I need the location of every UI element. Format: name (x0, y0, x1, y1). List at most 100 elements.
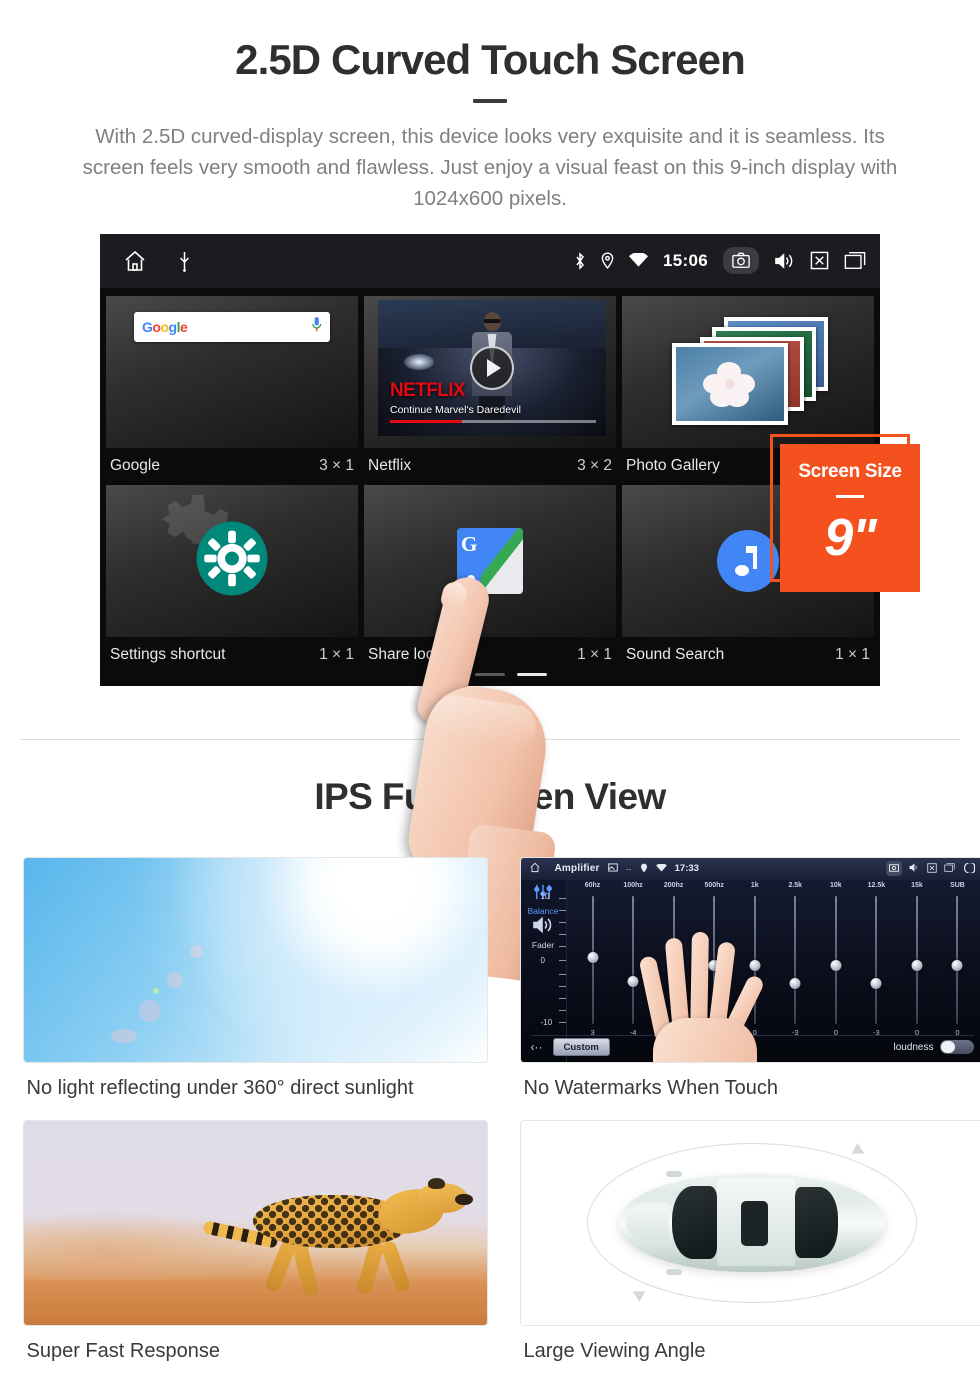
widget-preview-netflix[interactable]: NETFLIX Continue Marvel's Daredevil (364, 295, 616, 448)
band-slider[interactable] (777, 895, 813, 1024)
widget-preview-share-location[interactable]: G (364, 484, 616, 637)
widget-label-sound-search: Sound Search 1 × 1 (622, 637, 874, 674)
band-label: 200hz (663, 881, 684, 889)
band-sliders[interactable] (573, 895, 978, 1024)
ips-full-screen-view-section: IPS Full Screen View No light reflecting… (0, 740, 980, 1383)
sky-image (22, 856, 488, 1063)
google-maps-icon[interactable]: G (457, 527, 523, 594)
rotation-arrow-bottom (629, 1286, 645, 1302)
band-slider[interactable] (737, 895, 773, 1024)
band-slider[interactable] (858, 895, 894, 1024)
page-indicator[interactable] (100, 672, 880, 676)
camera-icon[interactable] (885, 861, 902, 876)
netflix-art-car-light (404, 353, 434, 370)
recents-icon[interactable] (943, 863, 955, 874)
preset-button[interactable]: Custom (552, 1038, 610, 1056)
netflix-card[interactable]: NETFLIX Continue Marvel's Daredevil (378, 299, 606, 436)
band-slider[interactable] (939, 895, 975, 1024)
amplifier-title-bar: Amplifier ·· 17:33 (520, 857, 980, 880)
car-top-view (618, 1170, 886, 1275)
band-slider[interactable] (575, 895, 611, 1024)
car-image (519, 1119, 980, 1326)
feature-card-grid: No light reflecting under 360° direct su… (22, 856, 980, 1383)
cheetah-image (22, 1119, 488, 1326)
widget-size: 3 × 1 (319, 456, 354, 474)
band-slider[interactable] (696, 895, 732, 1024)
volume-icon[interactable] (774, 252, 795, 270)
google-search-bar[interactable]: Google (134, 311, 330, 342)
gallery-icon[interactable] (607, 863, 618, 874)
band-label: 10k (829, 881, 842, 889)
page-title: 2.5D Curved Touch Screen (235, 36, 746, 83)
running-cheetah-scene (23, 1120, 487, 1325)
band-slider[interactable] (818, 895, 854, 1024)
bluetooth-icon (574, 251, 586, 270)
widget-preview-google[interactable]: Google (106, 295, 358, 448)
back-arrow-icon[interactable] (962, 861, 976, 875)
band-label: 1k (750, 881, 759, 889)
loudness-label: loudness (893, 1041, 934, 1053)
band-label: SUB (950, 881, 965, 889)
scale-mid: 0 (540, 955, 545, 965)
loudness-toggle[interactable] (939, 1040, 974, 1054)
photo-stack-icon (668, 316, 828, 427)
home-icon[interactable] (122, 249, 148, 273)
microphone-icon[interactable] (311, 316, 322, 338)
curved-touch-screen-section: 2.5D Curved Touch Screen With 2.5D curve… (0, 0, 980, 983)
screen-size-badge: Screen Size 9" (780, 443, 920, 592)
amplifier-time: 17:33 (674, 863, 699, 874)
section-divider (20, 738, 960, 740)
volume-icon[interactable] (909, 863, 920, 874)
widget-name: Photo Gallery (626, 456, 720, 474)
section2-title-underline (473, 832, 507, 837)
amplifier-body: Balance Fader 10 0 -10 60hz 100hz 200hz … (520, 879, 980, 1062)
recents-icon[interactable] (844, 251, 866, 270)
location-icon (601, 252, 614, 269)
widget-preview-settings[interactable] (106, 484, 358, 637)
band-slider[interactable] (656, 895, 692, 1024)
widget-name: Sound Search (626, 645, 725, 663)
blue-sky-with-sun-flare (23, 857, 487, 1062)
widget-label-share-location: Share location 1 × 1 (364, 637, 616, 674)
page-dot-3-active[interactable] (517, 672, 547, 676)
widget-preview-photo-gallery[interactable] (622, 295, 874, 448)
widget-name: Netflix (368, 456, 412, 474)
gear-icon[interactable] (195, 521, 269, 600)
widget-google[interactable]: Google Google 3 × 1 (106, 295, 358, 485)
wifi-icon (629, 253, 649, 268)
play-icon[interactable] (470, 345, 514, 390)
page-dot-2[interactable] (475, 672, 505, 676)
band-slider[interactable] (899, 895, 935, 1024)
widget-size: 1 × 1 (577, 645, 612, 663)
band-label: 500hz (704, 881, 724, 889)
page-dot-1[interactable] (433, 672, 463, 676)
band-label: 15k (911, 881, 923, 889)
section-description: With 2.5D curved-display screen, this de… (82, 125, 898, 211)
prev-preset-icon[interactable]: ‹·· (531, 1040, 543, 1054)
widget-settings-shortcut[interactable]: Settings shortcut 1 × 1 (106, 484, 358, 674)
usb-icon[interactable] (178, 250, 191, 272)
feature-card-watermarks: Amplifier ·· 17:33 Balance Fader 10 0 -1… (519, 856, 980, 1120)
more-icon[interactable]: ·· (626, 864, 632, 874)
band-slider[interactable] (615, 895, 651, 1024)
widget-row-2: Settings shortcut 1 × 1 G Share location… (106, 484, 874, 674)
close-icon[interactable] (926, 862, 937, 875)
loudness-control[interactable]: loudness (893, 1040, 974, 1054)
widget-netflix[interactable]: NETFLIX Continue Marvel's Daredevil Netf… (364, 295, 616, 485)
feature-card-sunlight: No light reflecting under 360° direct su… (22, 856, 488, 1120)
scale-min: -10 (540, 1017, 553, 1027)
camera-icon[interactable] (723, 247, 759, 274)
cheetah (202, 1177, 473, 1304)
cheetah-ear (427, 1177, 446, 1189)
amplifier-title: Amplifier (554, 863, 600, 874)
netflix-subtitle: Continue Marvel's Daredevil (390, 403, 521, 416)
location-icon (640, 863, 648, 875)
car-rear-window (794, 1187, 838, 1258)
feature-card-viewing-angle: Large Viewing Angle (519, 1119, 980, 1383)
feature-caption: Super Fast Response (26, 1339, 220, 1362)
home-icon[interactable] (529, 862, 541, 875)
car-mirror-right (666, 1268, 683, 1275)
close-icon[interactable] (810, 251, 829, 270)
netflix-logo: NETFLIX (390, 379, 466, 401)
widget-share-location[interactable]: G Share location 1 × 1 (364, 484, 616, 674)
